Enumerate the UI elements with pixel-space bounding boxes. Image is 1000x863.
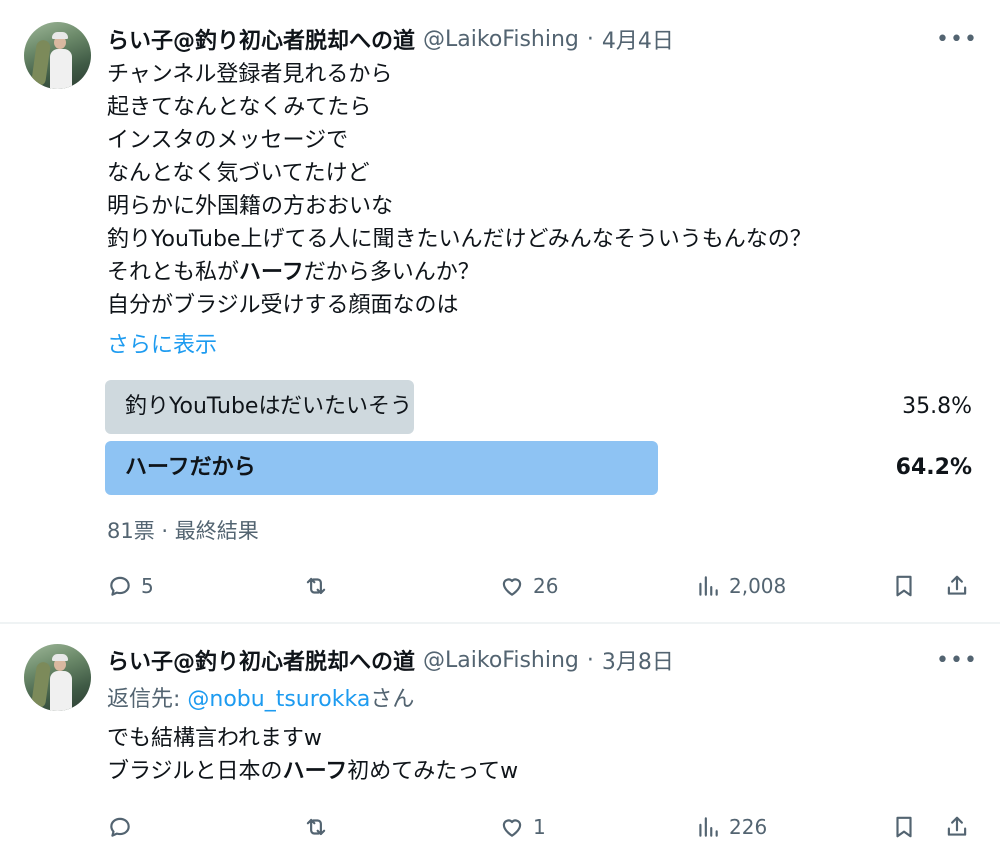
text-segment: ブラジルと日本の (107, 759, 283, 784)
views-button[interactable]: 226 (695, 812, 767, 842)
tweet-text: チャンネル登録者見れるから 起きてなんとなくみてたら インスタのメッセージで な… (107, 58, 977, 322)
separator-dot: · (586, 647, 594, 673)
poll-results-meta: 81票 · 最終結果 (107, 519, 259, 543)
person-hat-graphic (52, 32, 68, 39)
retweet-icon (306, 577, 326, 595)
reply-count: 5 (141, 574, 154, 598)
reply-context: 返信先: @nobu_tsurokkaさん (107, 681, 414, 713)
tweet-text-line: 明らかに外国籍の方おおいな (107, 194, 394, 219)
views-icon (699, 817, 718, 837)
poll-option-label: ハーフだから (125, 455, 256, 480)
reply-button[interactable] (107, 812, 141, 842)
tweet-text-line: チャンネル登録者見れるから (107, 62, 393, 87)
poll-option-percent: 35.8% (902, 394, 972, 419)
like-button[interactable]: 1 (499, 812, 546, 842)
tweet-text-line: でも結構言われますw (107, 726, 322, 751)
avatar[interactable] (24, 644, 91, 711)
tweet-header: らい子@釣り初心者脱却への道 @LaikoFishing · 3月8日 (107, 644, 674, 676)
tweet-text-line: 自分がブラジル受けする顔面なのは (107, 293, 459, 318)
highlighted-text: ハーフ (239, 260, 304, 285)
tweet[interactable]: らい子@釣り初心者脱却への道 @LaikoFishing · 3月8日 ••• … (0, 624, 1000, 863)
heart-icon (502, 819, 522, 837)
person-hat-graphic (52, 654, 68, 661)
tweet-header: らい子@釣り初心者脱却への道 @LaikoFishing · 4月4日 (107, 23, 674, 55)
person-body-graphic (50, 49, 72, 89)
more-horizontal-icon[interactable]: ••• (936, 647, 977, 673)
action-bar: 5 26 2,008 (0, 571, 1000, 601)
author-name[interactable]: らい子@釣り初心者脱却への道 (107, 644, 415, 676)
poll-option-label: 釣りYouTubeはだいたいそう (125, 394, 413, 419)
tweet[interactable]: らい子@釣り初心者脱却への道 @LaikoFishing · 4月4日 ••• … (0, 0, 1000, 622)
reply-prefix: 返信先: (107, 687, 188, 712)
author-handle[interactable]: @LaikoFishing (423, 27, 579, 52)
reply-icon (110, 576, 130, 596)
more-horizontal-icon[interactable]: ••• (936, 26, 977, 52)
tweet-text-line: 釣りYouTube上げてる人に聞きたいんだけどみんなそういうもんなの？ (107, 227, 812, 252)
bookmark-button[interactable] (891, 812, 917, 842)
bookmark-button[interactable] (891, 571, 917, 601)
view-count: 226 (729, 815, 768, 839)
views-button[interactable]: 2,008 (695, 571, 786, 601)
author-handle[interactable]: @LaikoFishing (423, 648, 579, 673)
share-button[interactable] (944, 571, 970, 601)
share-icon (947, 816, 967, 836)
separator-dot: · (586, 26, 594, 52)
share-button[interactable] (944, 812, 970, 842)
tweet-text-line: それとも私がハーフだから多いんか？ (107, 256, 977, 289)
tweet-date[interactable]: 3月8日 (602, 644, 674, 676)
fish-graphic (30, 39, 52, 87)
action-bar: 1 226 (0, 812, 1000, 842)
tweet-date[interactable]: 4月4日 (602, 23, 674, 55)
like-count: 1 (533, 815, 546, 839)
reply-suffix: さん (370, 687, 415, 712)
retweet-button[interactable] (303, 812, 337, 842)
tweet-text-line: 起きてなんとなくみてたら (107, 95, 372, 120)
reply-icon (110, 817, 130, 837)
retweet-icon (306, 818, 326, 836)
heart-icon (502, 578, 522, 596)
tweet-text-line: なんとなく気づいてたけど (107, 161, 370, 186)
tweet-text: でも結構言われますw ブラジルと日本のハーフ初めてみたってw (107, 722, 977, 788)
highlighted-text: ハーフ (282, 759, 348, 784)
text-segment: だから多いんか？ (303, 260, 480, 285)
share-icon (947, 575, 967, 595)
reply-mention-link[interactable]: @nobu_tsurokka (187, 687, 370, 712)
avatar[interactable] (24, 22, 91, 89)
text-segment: それとも私が (107, 260, 240, 285)
bookmark-icon (896, 575, 912, 597)
retweet-button[interactable] (303, 571, 337, 601)
person-body-graphic (50, 671, 72, 711)
text-segment: 初めてみたってw (347, 759, 519, 784)
poll-option-percent: 64.2% (895, 455, 972, 480)
bookmark-icon (896, 816, 912, 838)
view-count: 2,008 (729, 574, 787, 598)
views-icon (699, 576, 718, 596)
author-name[interactable]: らい子@釣り初心者脱却への道 (107, 23, 415, 55)
like-button[interactable]: 26 (499, 571, 558, 601)
tweet-text-line: インスタのメッセージで (107, 128, 349, 153)
tweet-text-line: ブラジルと日本のハーフ初めてみたってw (107, 755, 977, 788)
reply-button[interactable]: 5 (107, 571, 154, 601)
fish-graphic (30, 661, 52, 709)
like-count: 26 (533, 574, 559, 598)
show-more-link[interactable]: さらに表示 (107, 327, 217, 359)
